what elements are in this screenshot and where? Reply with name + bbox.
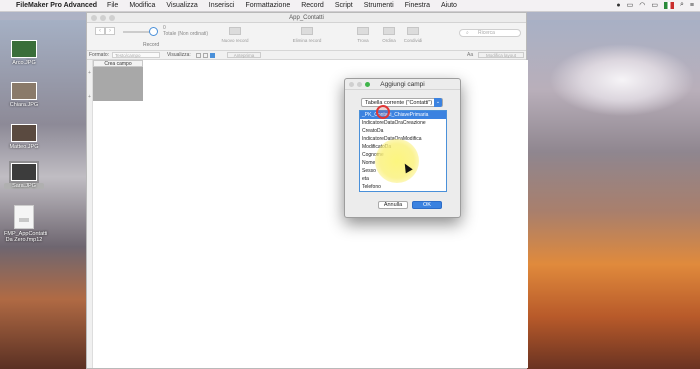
- new-record-tool[interactable]: Nuovo record: [215, 27, 255, 43]
- close-icon[interactable]: [349, 82, 354, 87]
- table-select-value: Tabella corrente ("Contatti"): [365, 100, 433, 106]
- menu-strumenti[interactable]: Strumenti: [364, 2, 394, 9]
- menu-script[interactable]: Script: [335, 2, 353, 9]
- desktop-icon-label: Chiara.JPG: [9, 102, 39, 108]
- menu-status-area: ● ▭ ◠ ▭ ⌕ ≡: [616, 1, 694, 9]
- find-icon: [357, 27, 369, 35]
- cursor-highlight-icon: [375, 139, 419, 183]
- image-thumbnail: [9, 161, 39, 183]
- share-tool[interactable]: Condividi: [393, 27, 433, 43]
- row-gutter: + +: [87, 60, 93, 368]
- menu-modifica[interactable]: Modifica: [129, 2, 155, 9]
- desktop-icon-matteo[interactable]: Matteo.JPG: [4, 124, 44, 150]
- view-label: Visualizza:: [167, 52, 191, 58]
- desktop-icon-fmp-file[interactable]: FMP_AppContatti Da Zero.fmp12: [4, 205, 48, 243]
- cast-icon[interactable]: ▭: [627, 1, 634, 9]
- record-count: 0 Totale (Non ordinati): [163, 25, 209, 37]
- menu-formattazione[interactable]: Formattazione: [245, 2, 290, 9]
- list-item[interactable]: IndicatoreDataOraCreazione: [360, 119, 446, 127]
- menu-bar: FileMaker Pro Advanced File Modifica Vis…: [0, 0, 700, 12]
- prev-record-button[interactable]: ‹: [95, 27, 105, 35]
- notification-center-icon[interactable]: ≡: [690, 2, 694, 9]
- add-field-column-header[interactable]: Crea campo: [93, 60, 143, 67]
- dialog-title: Aggiungi campi: [380, 81, 425, 88]
- preview-button[interactable]: Anteprima: [227, 52, 261, 58]
- menu-file[interactable]: File: [107, 2, 118, 9]
- delete-record-tool[interactable]: Elimina record: [287, 27, 327, 43]
- desktop-icon-label: Arco.JPG: [12, 60, 36, 66]
- record-slider-knob[interactable]: [149, 27, 158, 36]
- desktop-icon-label: Sara.JPG: [4, 183, 44, 189]
- ok-button[interactable]: OK: [412, 201, 442, 209]
- list-item[interactable]: Telefono: [360, 183, 446, 191]
- desktop-wallpaper-right: [527, 20, 700, 369]
- form-view-icon[interactable]: [196, 53, 201, 58]
- close-icon[interactable]: [91, 15, 97, 21]
- add-fields-dialog: Aggiungi campi Tabella corrente ("Contat…: [344, 78, 461, 218]
- image-thumbnail: [11, 82, 37, 100]
- dialog-traffic-lights: [349, 82, 370, 87]
- window-traffic-lights: [91, 15, 115, 21]
- record-indicator-icon[interactable]: ●: [616, 2, 620, 9]
- click-indicator-icon: [376, 105, 390, 119]
- dialog-titlebar: Aggiungi campi: [345, 79, 460, 90]
- menu-app-name[interactable]: FileMaker Pro Advanced: [16, 2, 97, 9]
- chevron-down-icon: ⌄: [434, 98, 442, 107]
- desktop-icon-sara[interactable]: Sara.JPG: [4, 161, 44, 189]
- add-field-column[interactable]: [93, 67, 143, 101]
- list-item[interactable]: CreatoDa: [360, 127, 446, 135]
- desktop-icon-arco[interactable]: Arco.JPG: [4, 40, 44, 66]
- document-icon: [14, 205, 34, 229]
- spotlight-icon[interactable]: ⌕: [680, 1, 684, 9]
- list-view-icon[interactable]: [203, 53, 208, 58]
- view-switcher: [196, 53, 215, 58]
- status-toolbar: ‹ › 0 Totale (Non ordinati) Record Nuovo…: [87, 23, 526, 51]
- delete-record-icon: [301, 27, 313, 35]
- menu-inserisci[interactable]: Inserisci: [209, 2, 235, 9]
- text-format-icon[interactable]: Aa: [467, 51, 473, 60]
- list-item[interactable]: _PK_Contatti_ChiavePrimaria: [360, 111, 446, 119]
- next-record-button[interactable]: ›: [105, 27, 115, 35]
- zoom-icon[interactable]: [365, 82, 370, 87]
- desktop-icon-label: Matteo.JPG: [9, 144, 39, 150]
- format-label: Formato:: [89, 52, 110, 58]
- window-titlebar: App_Contatti: [87, 13, 526, 23]
- record-nav: ‹ ›: [95, 27, 115, 35]
- battery-icon[interactable]: ▭: [651, 1, 658, 9]
- menu-visualizza[interactable]: Visualizza: [166, 2, 197, 9]
- row-marker[interactable]: +: [88, 94, 91, 100]
- window-title: App_Contatti: [289, 15, 324, 21]
- format-select[interactable]: Testo/campo: [112, 52, 160, 58]
- image-thumbnail: [11, 124, 37, 142]
- new-record-icon: [229, 27, 241, 35]
- format-bar: Formato: Testo/campo Visualizza: Antepri…: [87, 51, 526, 60]
- wifi-icon[interactable]: ◠: [639, 1, 645, 9]
- table-view-icon[interactable]: [210, 53, 215, 58]
- record-label: Record: [143, 42, 160, 48]
- desktop-icon-chiara[interactable]: Chiara.JPG: [4, 82, 44, 108]
- cancel-button[interactable]: Annulla: [378, 201, 408, 209]
- table-select[interactable]: Tabella corrente ("Contatti") ⌄: [361, 98, 443, 107]
- minimize-icon[interactable]: [100, 15, 106, 21]
- menu-record[interactable]: Record: [301, 2, 324, 9]
- menu-finestra[interactable]: Finestra: [405, 2, 430, 9]
- minimize-icon[interactable]: [357, 82, 362, 87]
- input-language-flag-icon[interactable]: [663, 1, 674, 9]
- row-marker[interactable]: +: [88, 70, 91, 76]
- share-icon: [407, 27, 419, 35]
- search-input[interactable]: ⌕ Ricerca: [459, 29, 521, 37]
- desktop-icon-label: FMP_AppContatti Da Zero.fmp12: [4, 231, 48, 243]
- edit-layout-button[interactable]: Modifica layout: [478, 52, 524, 58]
- desktop-wallpaper-left: [0, 20, 86, 369]
- image-thumbnail: [11, 40, 37, 58]
- menu-aiuto[interactable]: Aiuto: [441, 2, 457, 9]
- search-icon: ⌕: [466, 30, 469, 36]
- zoom-icon[interactable]: [109, 15, 115, 21]
- table-background: [143, 60, 528, 368]
